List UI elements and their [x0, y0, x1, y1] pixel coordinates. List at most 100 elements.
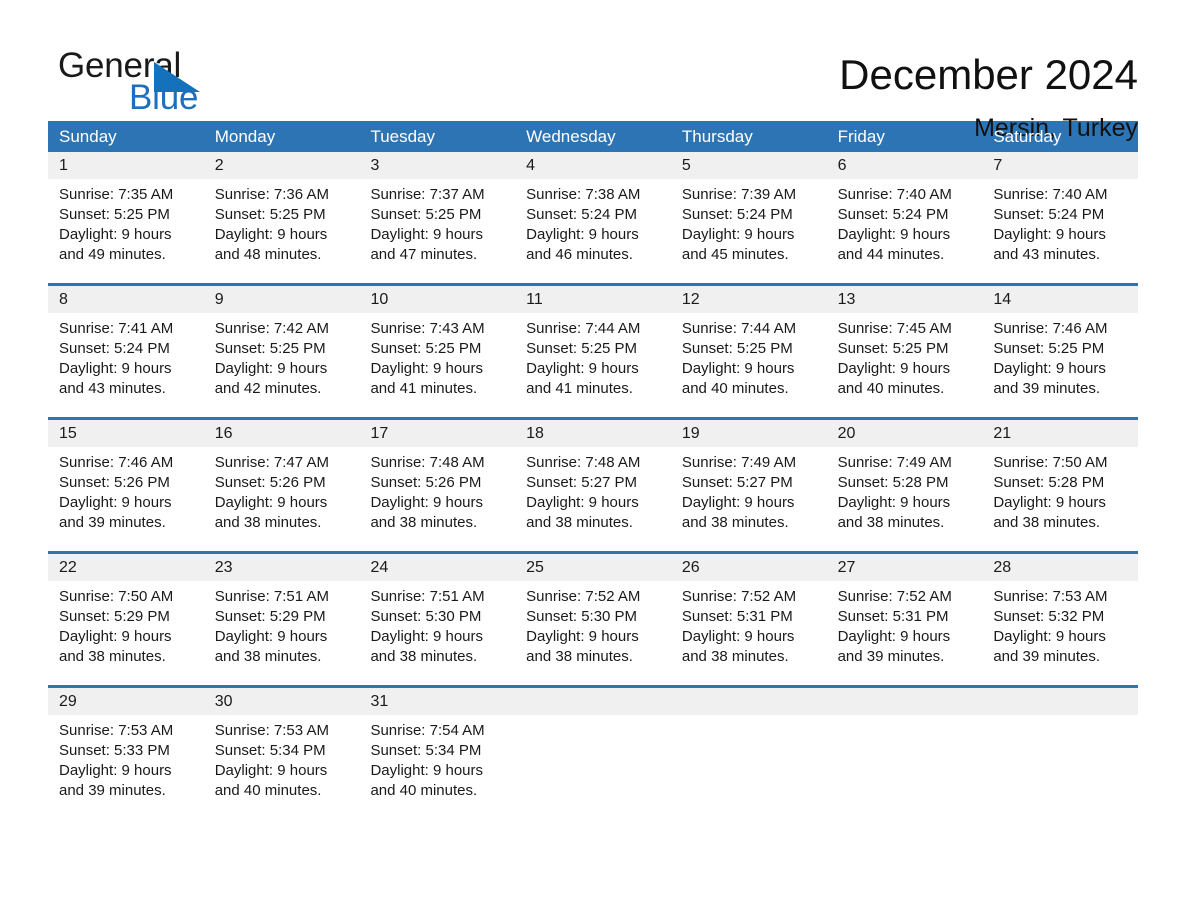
sunrise-text: Sunrise: 7:53 AM	[59, 722, 174, 739]
page-title: December 2024	[839, 51, 1138, 98]
day-number[interactable]: 25	[515, 554, 671, 581]
sunset-text: Sunset: 5:29 PM	[59, 608, 170, 625]
daylight-text-line2: and 44 minutes.	[837, 246, 945, 263]
day-cell: Sunrise: 7:37 AM Sunset: 5:25 PM Dayligh…	[359, 179, 515, 283]
week-daynumber-row: 15 16 17 18 19 20 21	[48, 420, 1138, 447]
day-number[interactable]: 16	[204, 420, 360, 447]
day-number[interactable]: 11	[515, 286, 671, 313]
daylight-text-line1: Daylight: 9 hours	[214, 226, 328, 243]
sunrise-text: Sunrise: 7:52 AM	[681, 588, 797, 605]
daylight-text-line1: Daylight: 9 hours	[370, 360, 483, 377]
sunrise-text: Sunrise: 7:54 AM	[370, 722, 485, 739]
sunrise-text: Sunrise: 7:44 AM	[526, 320, 641, 337]
sunset-text: Sunset: 5:25 PM	[214, 340, 326, 357]
daylight-text-line2: and 38 minutes.	[681, 648, 789, 665]
day-cell: Sunrise: 7:52 AM Sunset: 5:31 PM Dayligh…	[671, 581, 827, 685]
day-number[interactable]: 31	[359, 688, 515, 715]
day-number[interactable]: 18	[515, 420, 671, 447]
day-number[interactable]: 17	[359, 420, 515, 447]
sunset-text: Sunset: 5:31 PM	[837, 608, 949, 625]
daylight-text-line1: Daylight: 9 hours	[993, 494, 1106, 511]
sunset-text: Sunset: 5:28 PM	[993, 474, 1105, 491]
day-number[interactable]: 30	[204, 688, 360, 715]
day-number[interactable]: 29	[48, 688, 204, 715]
daylight-text-line1: Daylight: 9 hours	[214, 762, 328, 779]
day-number[interactable]: 1	[48, 152, 204, 179]
day-number[interactable]: 23	[204, 554, 360, 581]
day-cell: Sunrise: 7:36 AM Sunset: 5:25 PM Dayligh…	[204, 179, 360, 283]
sunrise-text: Sunrise: 7:51 AM	[370, 588, 485, 605]
sunrise-text: Sunrise: 7:50 AM	[59, 588, 174, 605]
sunset-text: Sunset: 5:24 PM	[993, 206, 1105, 223]
day-number[interactable]: 6	[827, 152, 983, 179]
sunset-text: Sunset: 5:25 PM	[370, 206, 482, 223]
day-cell: Sunrise: 7:49 AM Sunset: 5:28 PM Dayligh…	[827, 447, 983, 551]
day-cell-empty	[671, 715, 827, 819]
daylight-text-line1: Daylight: 9 hours	[993, 360, 1106, 377]
week-row: 29 30 31 Sunrise: 7:53 AM Sunset: 5:33 P…	[48, 685, 1138, 819]
sunrise-text: Sunrise: 7:47 AM	[214, 454, 329, 471]
day-number[interactable]: 13	[827, 286, 983, 313]
daylight-text-line1: Daylight: 9 hours	[837, 628, 951, 645]
sunrise-text: Sunrise: 7:35 AM	[59, 186, 174, 203]
daylight-text-line2: and 39 minutes.	[837, 648, 945, 665]
day-cell: Sunrise: 7:47 AM Sunset: 5:26 PM Dayligh…	[204, 447, 360, 551]
daylight-text-line2: and 39 minutes.	[59, 782, 166, 799]
day-number[interactable]: 3	[359, 152, 515, 179]
sunrise-text: Sunrise: 7:46 AM	[59, 454, 174, 471]
daylight-text-line1: Daylight: 9 hours	[59, 226, 172, 243]
day-number[interactable]: 24	[359, 554, 515, 581]
day-number[interactable]: 8	[48, 286, 204, 313]
day-number[interactable]: 19	[671, 420, 827, 447]
daylight-text-line2: and 38 minutes.	[59, 648, 166, 665]
day-number[interactable]: 9	[204, 286, 360, 313]
daylight-text-line2: and 40 minutes.	[370, 782, 478, 799]
day-number[interactable]: 22	[48, 554, 204, 581]
day-number[interactable]: 28	[982, 554, 1138, 581]
day-number[interactable]: 26	[671, 554, 827, 581]
sunrise-text: Sunrise: 7:52 AM	[837, 588, 952, 605]
day-cell: Sunrise: 7:43 AM Sunset: 5:25 PM Dayligh…	[359, 313, 515, 417]
day-number[interactable]: 14	[982, 286, 1138, 313]
sunset-text: Sunset: 5:31 PM	[681, 608, 793, 625]
daylight-text-line2: and 47 minutes.	[370, 246, 478, 263]
day-number[interactable]: 10	[359, 286, 515, 313]
daylight-text-line2: and 40 minutes.	[214, 782, 322, 799]
logo-triangle-icon	[154, 62, 200, 92]
day-number[interactable]: 2	[204, 152, 360, 179]
sunset-text: Sunset: 5:25 PM	[214, 206, 326, 223]
daylight-text-line1: Daylight: 9 hours	[526, 360, 639, 377]
daylight-text-line1: Daylight: 9 hours	[214, 360, 328, 377]
week-row: 15 16 17 18 19 20 21 Sunrise: 7:46 AM Su…	[48, 417, 1138, 551]
day-number-empty	[982, 688, 1138, 715]
day-number[interactable]: 12	[671, 286, 827, 313]
day-cell-empty	[827, 715, 983, 819]
day-cell: Sunrise: 7:40 AM Sunset: 5:24 PM Dayligh…	[827, 179, 983, 283]
week-daynumber-row: 8 9 10 11 12 13 14	[48, 286, 1138, 313]
day-cell: Sunrise: 7:44 AM Sunset: 5:25 PM Dayligh…	[671, 313, 827, 417]
day-number[interactable]: 27	[827, 554, 983, 581]
daylight-text-line2: and 38 minutes.	[370, 648, 478, 665]
day-number[interactable]: 15	[48, 420, 204, 447]
day-cell-empty	[515, 715, 671, 819]
day-number[interactable]: 7	[982, 152, 1138, 179]
day-number-empty	[671, 688, 827, 715]
sunset-text: Sunset: 5:34 PM	[370, 742, 482, 759]
sunrise-text: Sunrise: 7:50 AM	[993, 454, 1108, 471]
sunset-text: Sunset: 5:24 PM	[526, 206, 638, 223]
day-number[interactable]: 5	[671, 152, 827, 179]
daylight-text-line2: and 38 minutes.	[370, 514, 478, 531]
daylight-text-line2: and 40 minutes.	[681, 380, 789, 397]
sunrise-text: Sunrise: 7:40 AM	[837, 186, 952, 203]
daylight-text-line1: Daylight: 9 hours	[681, 360, 795, 377]
day-number[interactable]: 4	[515, 152, 671, 179]
sunset-text: Sunset: 5:34 PM	[214, 742, 326, 759]
sunrise-text: Sunrise: 7:44 AM	[681, 320, 797, 337]
week-info-row: Sunrise: 7:35 AM Sunset: 5:25 PM Dayligh…	[48, 179, 1138, 283]
sunset-text: Sunset: 5:26 PM	[59, 474, 170, 491]
day-cell: Sunrise: 7:52 AM Sunset: 5:30 PM Dayligh…	[515, 581, 671, 685]
day-number[interactable]: 20	[827, 420, 983, 447]
daylight-text-line2: and 39 minutes.	[993, 648, 1101, 665]
sunrise-text: Sunrise: 7:45 AM	[837, 320, 952, 337]
day-number[interactable]: 21	[982, 420, 1138, 447]
